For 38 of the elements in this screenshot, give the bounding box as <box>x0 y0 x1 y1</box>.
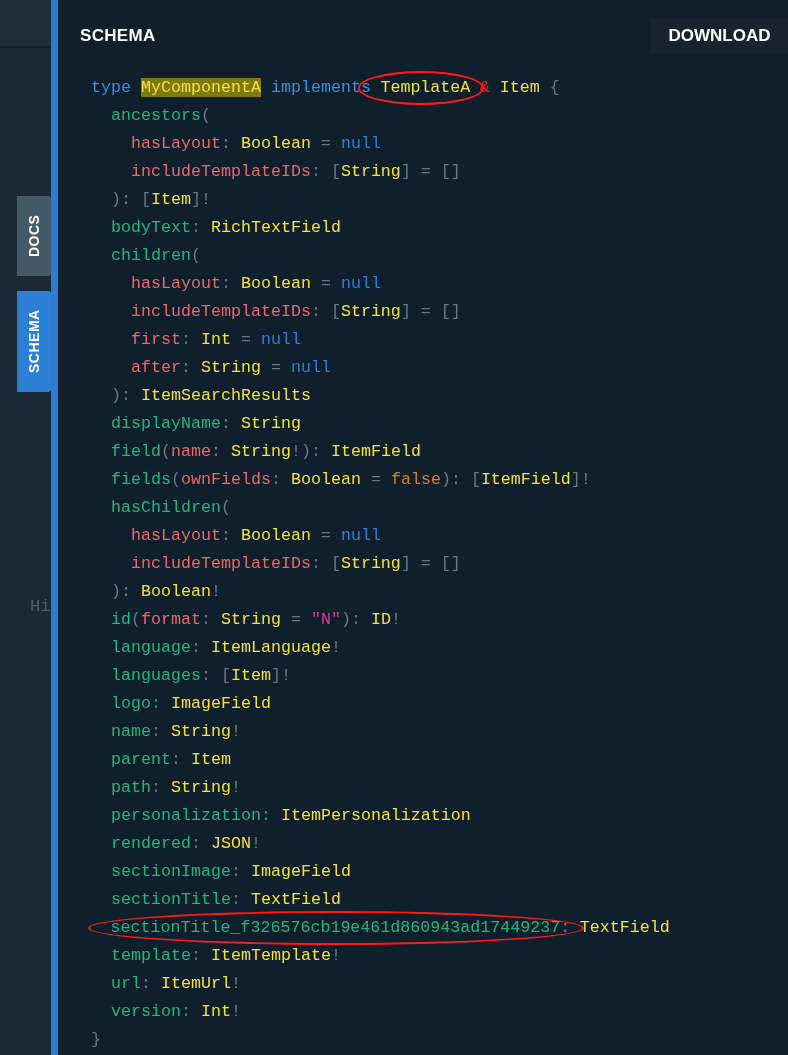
code-text: path: String! <box>111 778 241 797</box>
code-text: after: String = null <box>130 358 331 377</box>
code-text: ): ItemSearchResults <box>111 386 311 405</box>
code-text: TextField <box>578 918 670 937</box>
code-text: version: Int! <box>111 1002 241 1021</box>
code-text: displayName: String <box>111 414 301 433</box>
code-text: field(name: String!): ItemField <box>111 442 421 461</box>
code-text: bodyText: RichTextField <box>111 218 341 237</box>
code-text: languages: [Item]! <box>111 666 291 685</box>
code-text: rendered: JSON! <box>111 834 261 853</box>
code-text: includeTemplateIDs: [String] = [] <box>130 162 461 181</box>
code-text: url: ItemUrl! <box>111 974 241 993</box>
side-tab[interactable]: SCHEMA <box>17 291 51 392</box>
code-text: sectionTitle: TextField <box>111 890 341 909</box>
code-text: } <box>91 1030 101 1049</box>
code-text: ): [Item]! <box>111 190 211 209</box>
code-text: includeTemplateIDs: [String] = [] <box>130 554 461 573</box>
code-text: name: String! <box>111 722 241 741</box>
code-text: parent: Item <box>111 750 231 769</box>
code-text: sectionImage: ImageField <box>111 862 351 881</box>
code-text: template: ItemTemplate! <box>111 946 341 965</box>
side-tab[interactable]: DOCS <box>17 196 51 276</box>
code-text: children( <box>111 246 201 265</box>
code-text: hasLayout: Boolean = null <box>130 526 381 545</box>
code-text: includeTemplateIDs: [String] = [] <box>130 302 461 321</box>
code-text: hasLayout: Boolean = null <box>130 274 381 293</box>
code-text: first: Int = null <box>130 330 301 349</box>
code-text: logo: ImageField <box>111 694 271 713</box>
code-text: ): Boolean! <box>111 582 221 601</box>
code-text: language: ItemLanguage! <box>111 638 341 657</box>
download-button[interactable]: DOWNLOAD <box>651 18 788 54</box>
panel-title: SCHEMA <box>80 26 156 46</box>
code-text: ancestors( <box>111 106 211 125</box>
code-text: fields(ownFields: Boolean = false): [ItemField]! <box>111 470 591 489</box>
code-text: id(format: String = "N"): ID! <box>111 610 401 629</box>
code-text: hasChildren( <box>111 498 231 517</box>
code-text: personalization: ItemPersonalization <box>111 806 471 825</box>
code-text: hasLayout: Boolean = null <box>130 134 381 153</box>
